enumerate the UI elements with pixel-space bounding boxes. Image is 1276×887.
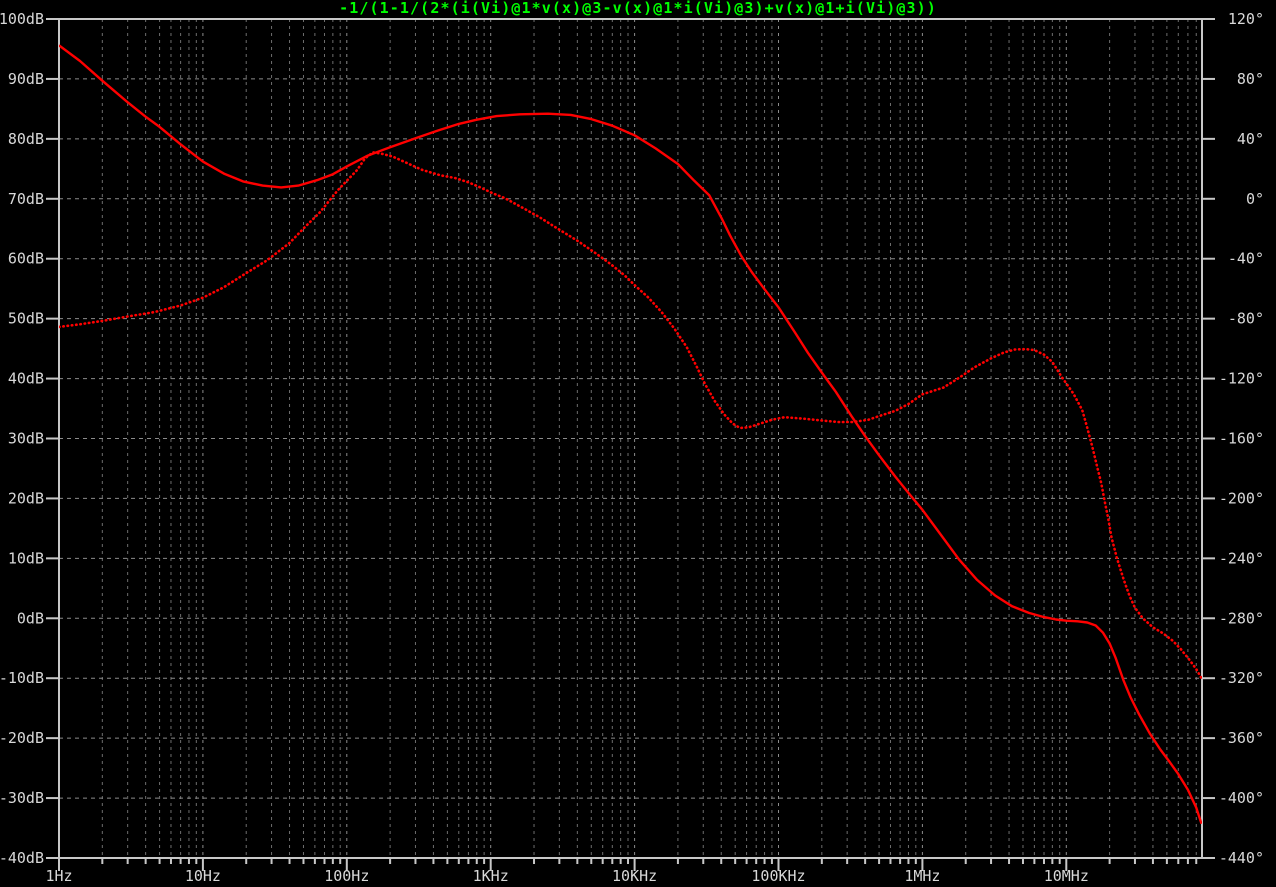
y-right-tick-label: -360°	[1219, 729, 1264, 747]
x-tick-label: 10KHz	[612, 867, 657, 885]
waveform-viewer: -1/(1-1/(2*(i(Vi)@1*v(x)@3-v(x)@1*i(Vi)@…	[0, 0, 1276, 887]
y-left-tick-label: 40dB	[8, 370, 44, 388]
y-left-tick-label: 80dB	[8, 130, 44, 148]
y-left-tick-label: 90dB	[8, 70, 44, 88]
y-right-tick-label: 80°	[1237, 70, 1264, 88]
y-right-tick-label: -120°	[1219, 370, 1264, 388]
x-tick-label: 1Hz	[45, 867, 72, 885]
trace-phase	[59, 151, 1202, 680]
y-left-tick-label: 100dB	[0, 10, 44, 28]
y-right-tick-label: -200°	[1219, 489, 1264, 507]
y-right-tick-label: -280°	[1219, 609, 1264, 627]
x-tick-label: 1KHz	[473, 867, 509, 885]
y-left-tick-label: -30dB	[0, 789, 44, 807]
x-tick-label: 100Hz	[324, 867, 369, 885]
y-right-tick-label: -80°	[1228, 310, 1264, 328]
y-left-tick-label: -10dB	[0, 669, 44, 687]
y-left-tick-label: 60dB	[8, 250, 44, 268]
x-tick-label: 100KHz	[751, 867, 805, 885]
trace-magnitude	[59, 44, 1202, 825]
plot-canvas[interactable]: 100dB 90dB 80dB 70dB 60dB 50dB 40dB 30dB 20dB 10d…	[0, 0, 1276, 887]
y-right-tick-label: -400°	[1219, 789, 1264, 807]
y-left-tick-label: -40dB	[0, 849, 44, 867]
y-right-tick-label: 0°	[1246, 190, 1264, 208]
y-right-tick-label: -40°	[1228, 250, 1264, 268]
y-left-tick-label: 20dB	[8, 489, 44, 507]
x-tick-label: 10Hz	[185, 867, 221, 885]
y-left-tick-label: 30dB	[8, 430, 44, 448]
x-tick-label: 10MHz	[1044, 867, 1089, 885]
y-left-tick-label: 10dB	[8, 549, 44, 567]
y-right-tick-label: 40°	[1237, 130, 1264, 148]
y-left-tick-label: 0dB	[17, 609, 44, 627]
y-left-tick-label: 50dB	[8, 310, 44, 328]
y-left-tick-label: 70dB	[8, 190, 44, 208]
y-right-tick-label: -240°	[1219, 549, 1264, 567]
y-right-tick-label: -320°	[1219, 669, 1264, 687]
y-right-tick-label: -440°	[1219, 849, 1264, 867]
y-right-tick-label: 120°	[1228, 10, 1264, 28]
y-left-tick-label: -20dB	[0, 729, 44, 747]
x-tick-label: 1MHz	[904, 867, 940, 885]
y-right-tick-label: -160°	[1219, 430, 1264, 448]
